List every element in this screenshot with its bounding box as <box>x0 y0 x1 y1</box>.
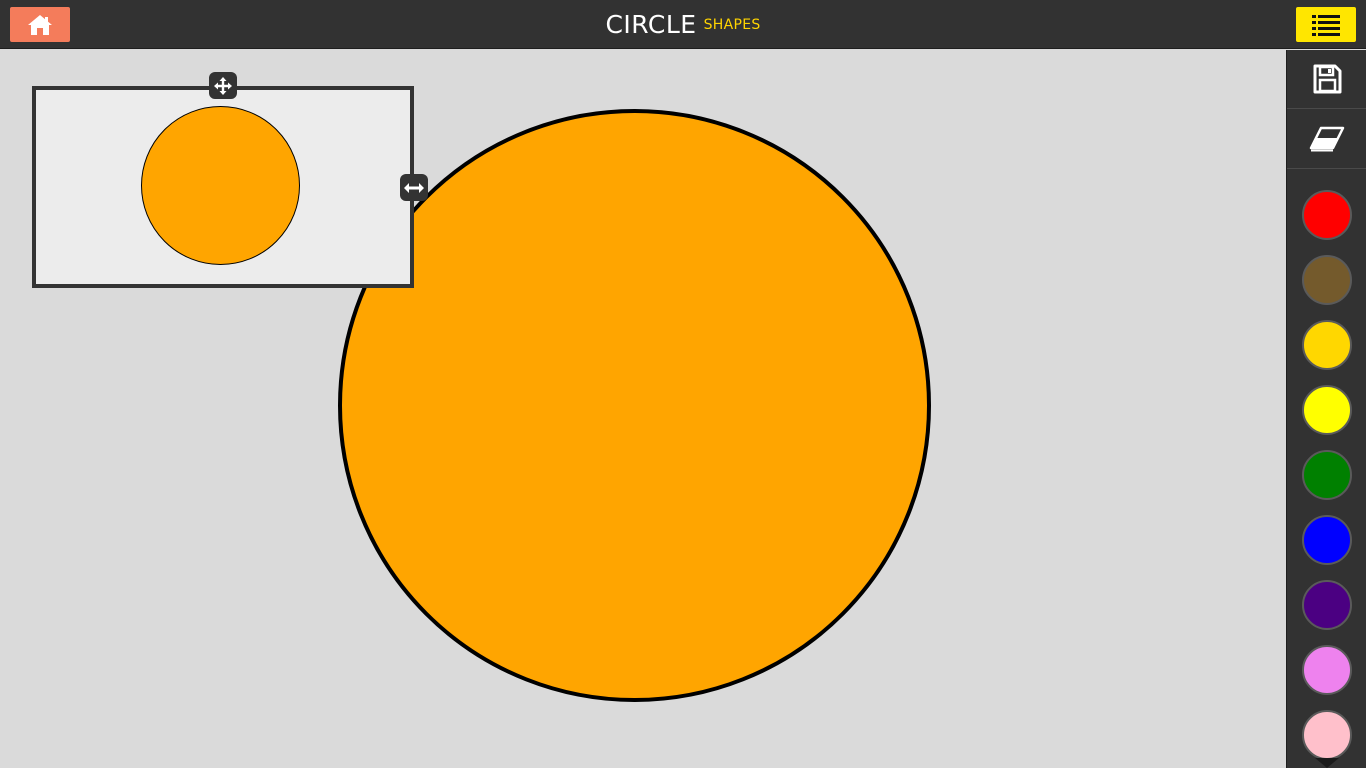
page-title: CIRCLE <box>605 10 697 39</box>
eraser-icon <box>1309 126 1345 152</box>
top-bar: CIRCLE SHAPES <box>0 0 1366 49</box>
menu-button[interactable] <box>1296 7 1356 42</box>
floppy-disk-icon <box>1313 64 1342 94</box>
drawing-canvas[interactable] <box>0 50 1286 768</box>
scroll-down-arrow-icon[interactable] <box>1315 758 1339 768</box>
color-swatch-yellow[interactable] <box>1302 385 1352 435</box>
preview-panel[interactable] <box>32 86 414 288</box>
title-wrap: CIRCLE SHAPES <box>0 0 1366 49</box>
page-subtitle: SHAPES <box>703 16 761 33</box>
color-swatch-gold[interactable] <box>1302 320 1352 370</box>
color-swatch-indigo[interactable] <box>1302 580 1352 630</box>
color-swatch-blue[interactable] <box>1302 515 1352 565</box>
app-root: CIRCLE SHAPES <box>0 0 1366 768</box>
eraser-button[interactable] <box>1287 110 1366 169</box>
preview-resize-handle[interactable] <box>400 174 428 201</box>
move-arrows-icon <box>214 76 232 95</box>
color-swatch-red[interactable] <box>1302 190 1352 240</box>
color-swatch-green[interactable] <box>1302 450 1352 500</box>
save-button[interactable] <box>1287 50 1366 109</box>
color-swatch-violet[interactable] <box>1302 645 1352 695</box>
preview-move-handle[interactable] <box>209 72 237 99</box>
resize-horizontal-icon <box>404 182 424 193</box>
list-icon <box>1312 14 1340 36</box>
home-icon <box>28 14 52 35</box>
home-button[interactable] <box>10 7 70 42</box>
color-swatch-pink[interactable] <box>1302 710 1352 760</box>
preview-circle-shape <box>141 106 300 265</box>
right-sidebar <box>1286 50 1366 768</box>
color-swatch-brown[interactable] <box>1302 255 1352 305</box>
